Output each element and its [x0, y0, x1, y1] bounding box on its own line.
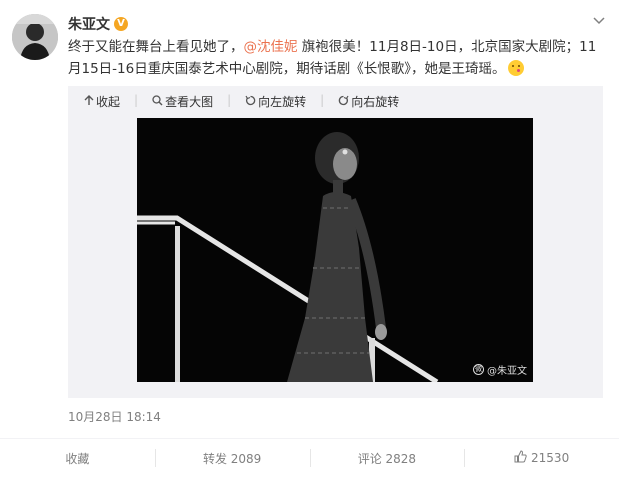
media-panel: 收起 | 查看大图 | 向左旋转 | 向右旋转 微 @朱亚文 — [68, 86, 603, 398]
avatar[interactable] — [12, 14, 58, 60]
magnifier-icon — [152, 94, 163, 109]
username[interactable]: 朱亚文 V — [68, 14, 128, 34]
toolbar-divider: | — [227, 93, 232, 107]
kiss-emoji-icon — [508, 60, 525, 76]
more-options-chevron-icon[interactable] — [591, 14, 607, 30]
photo-watermark: 微 @朱亚文 — [473, 362, 527, 377]
toolbar-divider: | — [134, 93, 139, 107]
collapse-arrow-icon — [84, 94, 94, 109]
action-bar: 收藏 转发 2089 评论 2828 21530 — [0, 438, 619, 477]
rotate-right-label: 向右旋转 — [351, 95, 400, 109]
collapse-button[interactable]: 收起 — [84, 93, 120, 110]
rotate-right-icon — [338, 95, 349, 109]
like-count: 21530 — [531, 451, 570, 465]
rotate-left-icon — [245, 95, 256, 109]
comment-label: 评论 2828 — [357, 451, 417, 466]
watermark-text: @朱亚文 — [487, 366, 527, 377]
rotate-left-button[interactable]: 向左旋转 — [245, 93, 306, 110]
rotate-right-button[interactable]: 向右旋转 — [338, 93, 399, 110]
rotate-left-label: 向左旋转 — [258, 95, 307, 109]
mention-link[interactable]: @沈佳妮 — [244, 39, 298, 55]
post-text-before: 终于又能在舞台上看见她了， — [68, 39, 244, 55]
favorite-button[interactable]: 收藏 — [0, 439, 155, 477]
weibo-logo-icon: 微 — [473, 364, 484, 375]
like-button[interactable]: 21530 — [464, 439, 619, 477]
media-toolbar: 收起 | 查看大图 | 向左旋转 | 向右旋转 — [84, 93, 399, 110]
toolbar-divider: | — [320, 93, 325, 107]
verified-badge-icon: V — [114, 17, 128, 31]
view-large-label: 查看大图 — [165, 95, 214, 109]
post-timestamp[interactable]: 10月28日 18:14 — [68, 408, 161, 425]
post-photo[interactable]: 微 @朱亚文 — [137, 118, 533, 382]
view-large-button[interactable]: 查看大图 — [152, 93, 213, 110]
favorite-label: 收藏 — [65, 451, 90, 466]
collapse-label: 收起 — [96, 95, 121, 109]
username-text[interactable]: 朱亚文 — [68, 14, 110, 34]
photo-scene — [137, 118, 533, 382]
repost-button[interactable]: 转发 2089 — [154, 439, 310, 477]
repost-label: 转发 2089 — [202, 451, 262, 466]
thumbs-up-icon — [514, 449, 527, 467]
comment-button[interactable]: 评论 2828 — [309, 439, 465, 477]
post-text: 终于又能在舞台上看见她了，@沈佳妮 旗袍很美！11月8日-10日，北京国家大剧院… — [68, 36, 608, 80]
